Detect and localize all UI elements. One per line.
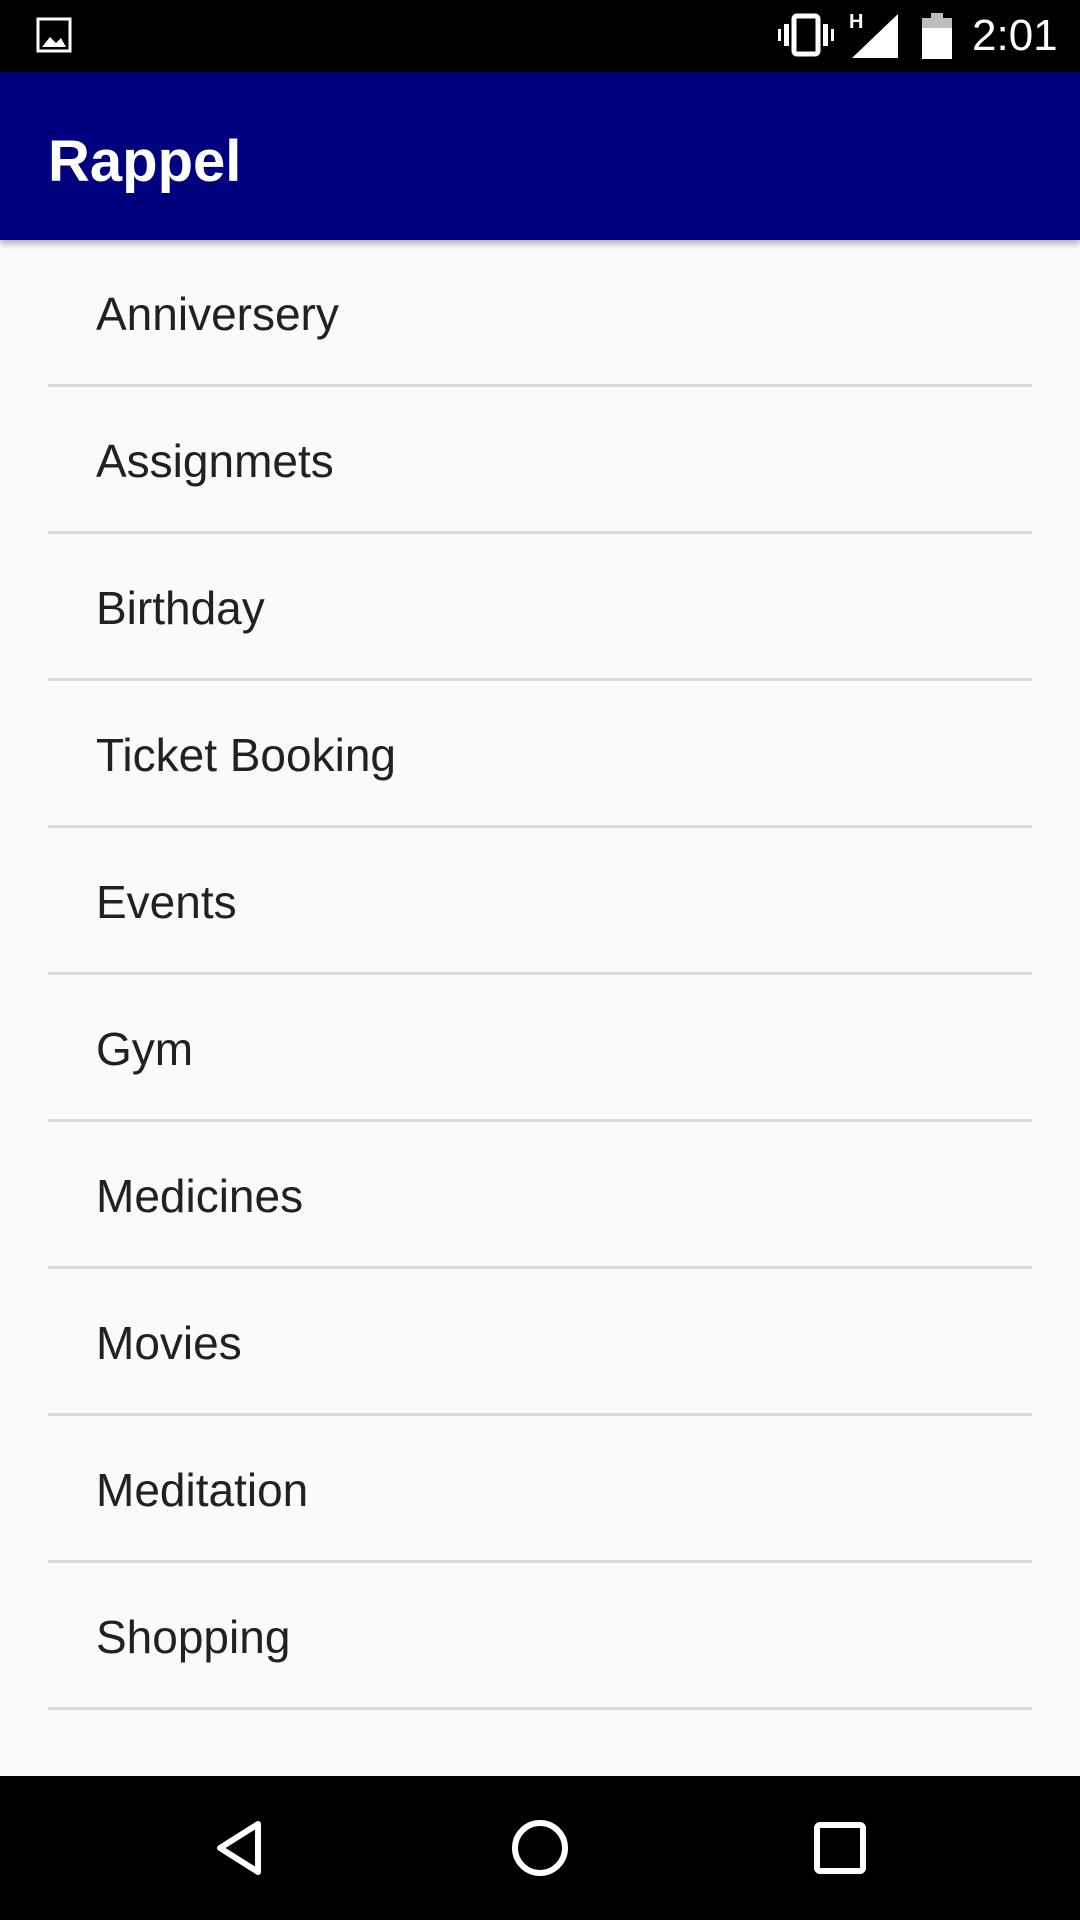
list-item[interactable]: Medicines [48, 1122, 1032, 1269]
image-icon [36, 17, 72, 53]
list-item-label: Ticket Booking [96, 729, 396, 781]
list-item[interactable]: Events [48, 828, 1032, 975]
clock: 2:01 [972, 11, 1058, 60]
list-item-label: Shopping [96, 1611, 291, 1663]
list-item-label: Gym [96, 1023, 194, 1075]
app-bar: Rappel [0, 72, 1080, 240]
list-item-label: Assignmets [96, 435, 334, 487]
list-item[interactable]: Movies [48, 1269, 1032, 1416]
signal-icon [852, 14, 898, 58]
back-icon[interactable] [208, 1816, 272, 1880]
list-item-label: Birthday [96, 582, 265, 634]
list-item-label: Medicines [96, 1170, 304, 1222]
list-item[interactable]: Anniversery [48, 240, 1032, 387]
list-item-label: Anniversery [96, 288, 339, 340]
category-list: Anniversery Assignmets Birthday Ticket B… [0, 240, 1080, 1710]
list-item[interactable]: Gym [48, 975, 1032, 1122]
home-icon[interactable] [508, 1816, 572, 1880]
screen: H 2:01 Rappel Anniversery Assignmets Bir… [0, 0, 1080, 1920]
navigation-bar [0, 1776, 1080, 1920]
list-item[interactable]: Birthday [48, 534, 1032, 681]
list-item-label: Meditation [96, 1464, 309, 1516]
list-item[interactable]: Ticket Booking [48, 681, 1032, 828]
list-item-label: Movies [96, 1317, 242, 1369]
list-item-label: Events [96, 876, 237, 928]
list-item[interactable]: Assignmets [48, 387, 1032, 534]
vibrate-icon [778, 13, 834, 57]
status-bar: H 2:01 [0, 0, 1080, 72]
recents-icon[interactable] [808, 1816, 872, 1880]
battery-icon [922, 13, 952, 59]
list-item[interactable]: Meditation [48, 1416, 1032, 1563]
list-item[interactable]: Shopping [48, 1563, 1032, 1710]
page-title: Rappel [48, 129, 242, 194]
